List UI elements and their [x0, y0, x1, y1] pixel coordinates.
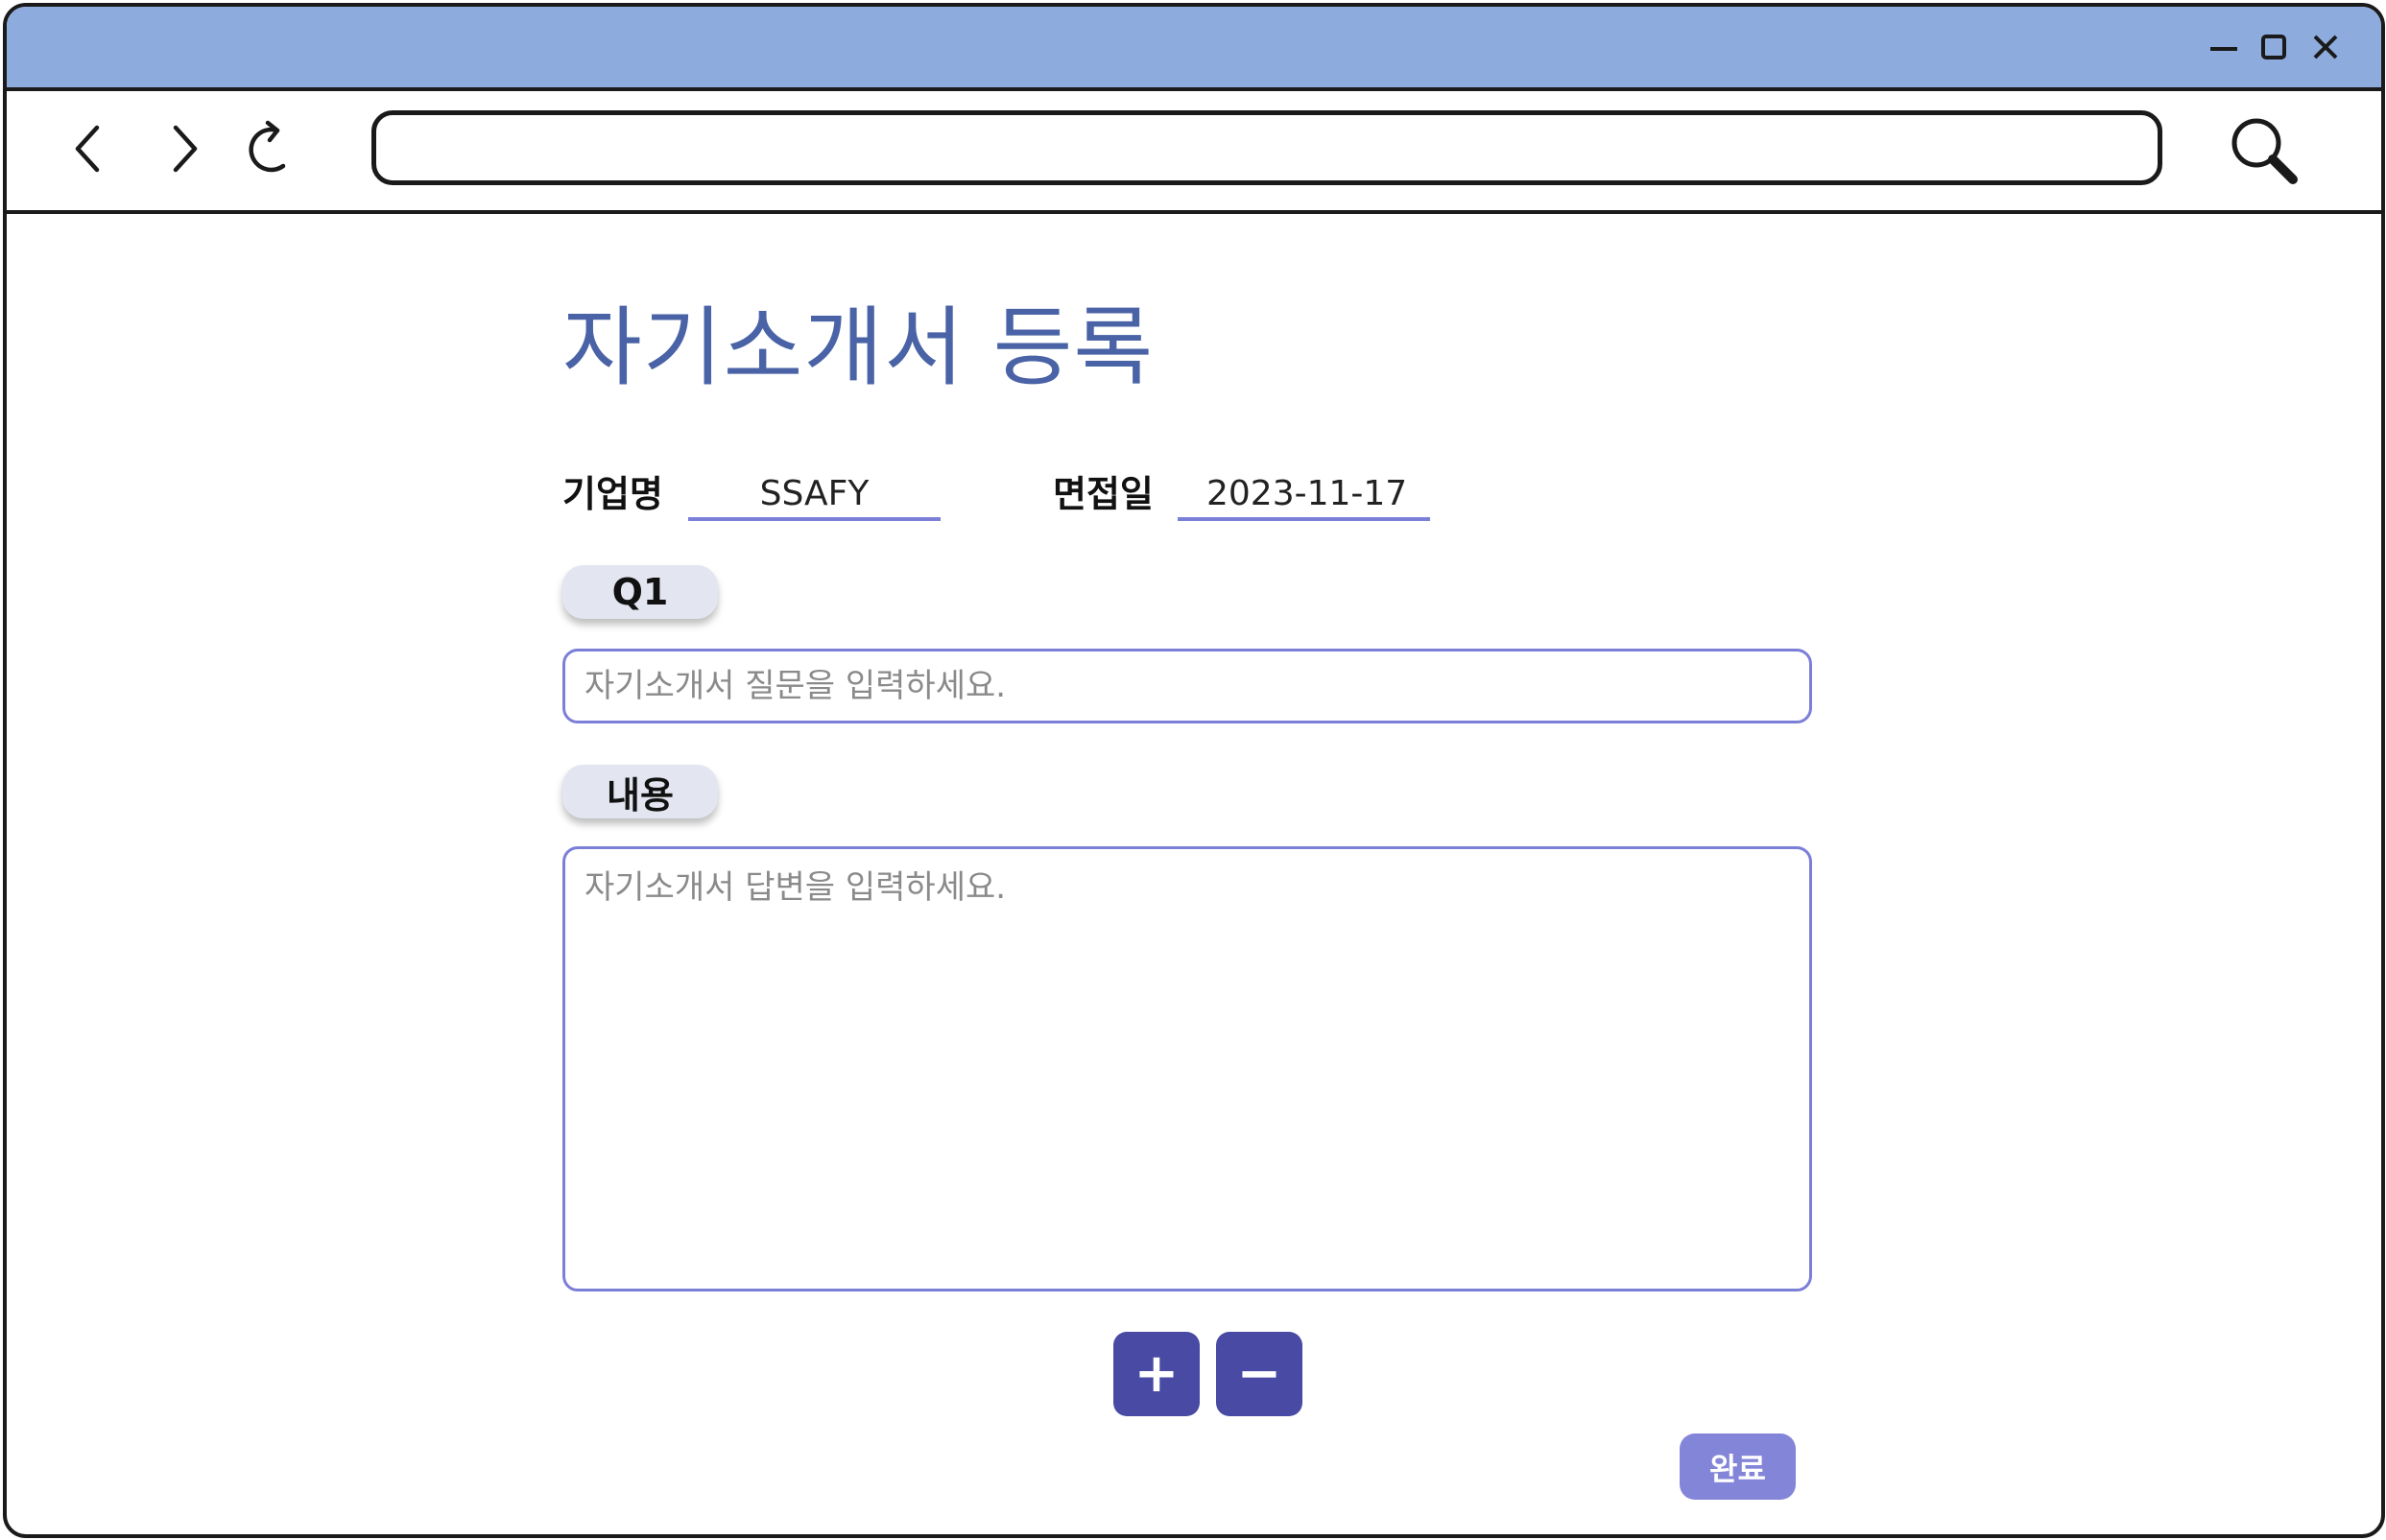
browser-window: 자기소개서 등록 기업명 면접일 Q1 내용 + − 완료 [3, 3, 2385, 1538]
interview-date-input[interactable] [1178, 469, 1430, 521]
page-title: 자기소개서 등록 [562, 297, 1155, 398]
search-icon[interactable] [2226, 112, 2302, 189]
company-label: 기업명 [562, 473, 663, 515]
minimize-icon[interactable] [2205, 28, 2243, 66]
browser-toolbar [7, 91, 2381, 214]
content-tag: 내용 [562, 765, 718, 818]
question-input[interactable] [562, 649, 1812, 723]
question-number-tag: Q1 [562, 565, 718, 619]
forward-arrow-icon[interactable] [151, 118, 212, 179]
done-button[interactable]: 완료 [1680, 1433, 1796, 1500]
add-question-button[interactable]: + [1113, 1332, 1200, 1416]
back-arrow-icon[interactable] [60, 118, 122, 179]
remove-question-button[interactable]: − [1216, 1332, 1302, 1416]
refresh-icon[interactable] [241, 118, 302, 179]
answer-textarea[interactable] [562, 846, 1812, 1291]
address-bar[interactable] [371, 110, 2162, 185]
company-name-input[interactable] [688, 469, 941, 521]
title-bar [7, 7, 2381, 91]
close-icon[interactable] [2306, 28, 2345, 66]
interview-date-label: 면접일 [1053, 473, 1154, 515]
maximize-icon[interactable] [2255, 28, 2294, 66]
